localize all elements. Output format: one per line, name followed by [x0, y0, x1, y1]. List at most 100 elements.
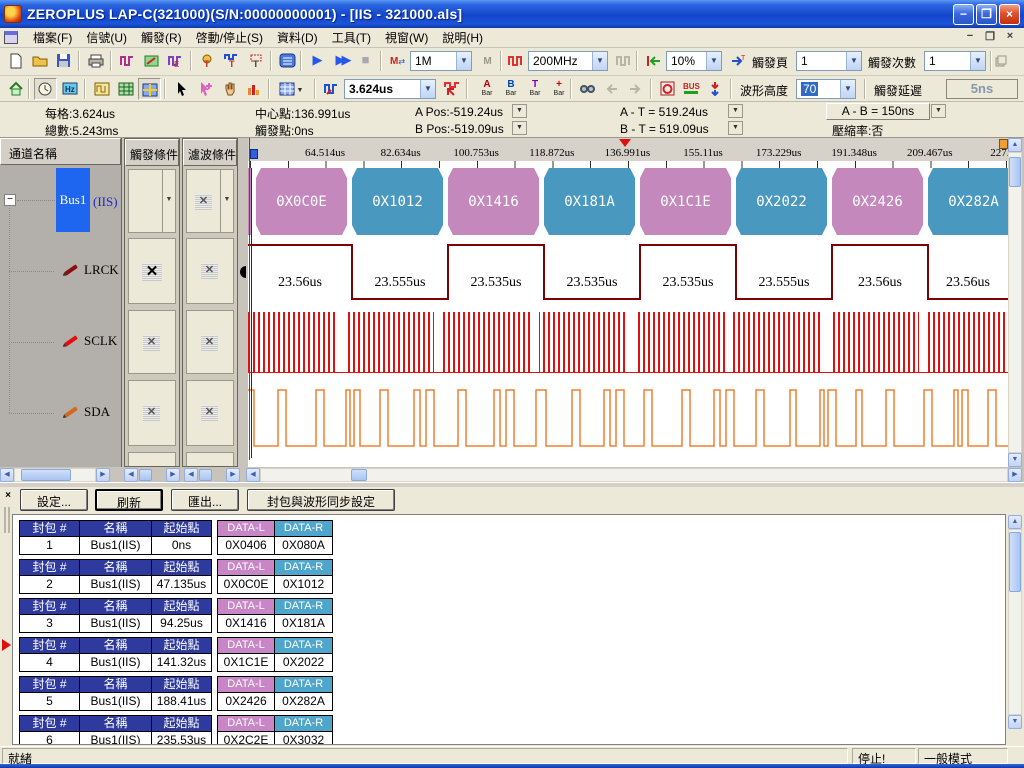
mdi-restore-button[interactable]: ❐ — [982, 30, 998, 43]
channel-scroll-left[interactable]: ◀ — [0, 468, 14, 482]
chevron-down-icon[interactable]: ▼ — [840, 80, 855, 98]
packet-data-values-row[interactable]: 0X2C2E0X3032 — [218, 732, 332, 745]
sampling-setup-icon[interactable] — [140, 50, 163, 72]
trigger-page-combo[interactable]: 1 ▼ — [796, 51, 862, 71]
bus-edit-icon[interactable] — [116, 50, 139, 72]
print-button[interactable] — [84, 50, 107, 72]
packet-start-value[interactable]: 235.53us — [152, 732, 211, 745]
bar-button-b[interactable]: BBar — [500, 78, 522, 100]
data-l-value[interactable]: 0X0C0E — [218, 576, 275, 593]
packet-vscroll-up[interactable]: ▲ — [1008, 515, 1022, 529]
filter-scroll-right[interactable]: ▶ — [226, 468, 240, 482]
chevron-down-icon[interactable]: ▼ — [706, 52, 721, 70]
lrck-waveform-row[interactable]: 23.56us23.555us23.535us23.535us23.535us2… — [248, 237, 1008, 307]
zoom-time-combo[interactable]: 3.624us ▼ — [344, 79, 436, 99]
packet-name-value[interactable]: Bus1(IIS) — [80, 693, 152, 710]
bus-segment[interactable]: 0X0C0E — [256, 168, 347, 235]
bus-segment[interactable]: 0X282A — [928, 168, 1008, 235]
sclk-trigger-cell[interactable]: ✕ — [128, 310, 176, 374]
mdi-close-button[interactable]: × — [1002, 30, 1018, 43]
chevron-down-icon[interactable]: ▼ — [162, 170, 175, 232]
channel-scroll-track[interactable] — [14, 468, 96, 482]
frequency-view-button[interactable]: Hz — [58, 78, 81, 100]
panel-drag-handle[interactable] — [4, 507, 10, 533]
packet-start-value[interactable]: 188.41us — [152, 693, 211, 710]
packet-num-value[interactable]: 5 — [20, 693, 80, 710]
open-file-button[interactable] — [28, 50, 51, 72]
packet-name-value[interactable]: Bus1(IIS) — [80, 576, 152, 593]
wave-vscroll-thumb[interactable] — [1009, 157, 1021, 187]
sclk-waveform-row[interactable] — [248, 310, 1008, 378]
display-ratio-combo[interactable]: 10% ▼ — [666, 51, 722, 71]
wave-scroll-track[interactable] — [260, 468, 1008, 482]
spare-trigger-cell[interactable] — [128, 452, 176, 467]
packet-data-values-row[interactable]: 0X24260X282A — [218, 693, 332, 710]
channel-scroll-right[interactable]: ▶ — [96, 468, 110, 482]
channel-scroll-thumb[interactable] — [21, 469, 71, 481]
data-l-value[interactable]: 0X1416 — [218, 615, 275, 632]
center-position-marker[interactable] — [619, 139, 631, 147]
panel-collapse-handle[interactable] — [240, 266, 246, 278]
menu-item-trigger[interactable]: 觸發(R) — [134, 27, 189, 48]
memory-page-icon[interactable]: M⇄ — [386, 50, 409, 72]
filter-scroll-thumb[interactable] — [199, 469, 212, 481]
packet-num-value[interactable]: 4 — [20, 654, 80, 671]
sda-filter-cell[interactable]: ✕ — [186, 380, 234, 446]
sda-waveform-row[interactable] — [248, 384, 1008, 455]
sampling-depth-combo[interactable]: 1M ▼ — [410, 51, 472, 71]
trigger-scroll-thumb[interactable] — [139, 469, 152, 481]
refresh-button[interactable]: 刷新 — [95, 489, 163, 511]
a-t-dropdown[interactable]: ▼ — [728, 104, 743, 118]
bus-segment[interactable]: 0X1012 — [352, 168, 443, 235]
packet-start-value[interactable]: 0ns — [152, 537, 211, 554]
packet-name-value[interactable]: Bus1(IIS) — [80, 537, 152, 554]
compress-left-icon[interactable] — [642, 50, 665, 72]
list-view-icon[interactable] — [114, 78, 137, 100]
menu-item-window[interactable]: 視窗(W) — [378, 27, 435, 48]
packet-name-value[interactable]: Bus1(IIS) — [80, 732, 152, 745]
channel-row-lrck[interactable]: LRCK — [0, 237, 122, 303]
channel-row-sda[interactable]: SDA — [0, 379, 122, 445]
bar-button-a[interactable]: ABar — [476, 78, 498, 100]
data-r-value[interactable]: 0X282A — [275, 693, 332, 710]
bus-segment[interactable]: 0X2022 — [736, 168, 827, 235]
run-button[interactable]: ▶ — [306, 50, 329, 72]
new-file-button[interactable] — [4, 50, 27, 72]
a-b-dropdown[interactable]: ▼ — [931, 104, 946, 118]
b-t-dropdown[interactable]: ▼ — [728, 121, 743, 135]
b-bar-marker[interactable] — [999, 139, 1008, 149]
spare-filter-cell[interactable] — [186, 452, 234, 467]
home-button[interactable] — [4, 78, 27, 100]
wave-scroll-left[interactable]: ◀ — [246, 468, 260, 482]
packet-start-value[interactable]: 47.135us — [152, 576, 211, 593]
data-l-value[interactable]: 0X0406 — [218, 537, 275, 554]
mdi-minimize-button[interactable]: − — [962, 30, 978, 43]
bus-channel-item[interactable]: Bus1 — [56, 168, 90, 232]
bus-analysis-icon[interactable] — [276, 50, 299, 72]
packet-num-value[interactable]: 3 — [20, 615, 80, 632]
sda-trigger-cell[interactable]: ✕ — [128, 380, 176, 446]
select-cursor-button[interactable] — [170, 78, 193, 100]
close-button[interactable]: × — [999, 4, 1020, 25]
data-l-value[interactable]: 0X1C1E — [218, 654, 275, 671]
packet-view-icon[interactable] — [138, 78, 161, 100]
packet-name-value[interactable]: Bus1(IIS) — [80, 654, 152, 671]
chevron-down-icon[interactable]: ▼ — [420, 80, 435, 98]
sclk-filter-cell[interactable]: ✕ — [186, 310, 234, 374]
bar-button-t[interactable]: TBar — [524, 78, 546, 100]
packet-num-value[interactable]: 1 — [20, 537, 80, 554]
minimize-button[interactable]: − — [953, 4, 974, 25]
packet-data-row[interactable]: 4Bus1(IIS)141.32us — [20, 654, 211, 671]
menu-item-data[interactable]: 資料(D) — [270, 27, 325, 48]
a-bar-marker[interactable] — [250, 149, 258, 159]
packet-data-values-row[interactable]: 0X14160X181A — [218, 615, 332, 632]
bus-property-icon[interactable]: E — [164, 50, 187, 72]
packet-num-value[interactable]: 2 — [20, 576, 80, 593]
hand-tool-button[interactable] — [218, 78, 241, 100]
export-button[interactable]: 匯出... — [171, 489, 239, 511]
zoom-time-icon[interactable] — [320, 78, 343, 100]
lrck-filter-cell[interactable]: ✕ — [186, 238, 234, 304]
trigger-mark-icon[interactable]: T — [196, 50, 219, 72]
bus-trigger-cell[interactable]: ▼ — [128, 169, 176, 233]
menu-item-file[interactable]: 檔案(F) — [26, 27, 79, 48]
